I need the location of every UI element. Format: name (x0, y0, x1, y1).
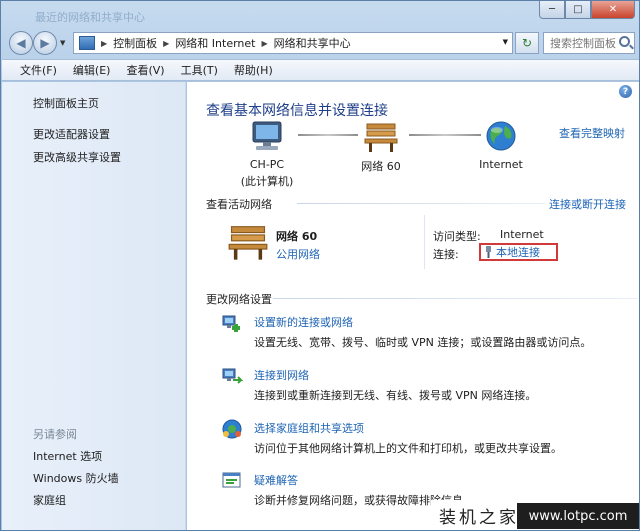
menu-edit[interactable]: 编辑(E) (73, 62, 111, 78)
network-type-link[interactable]: 公用网络 (276, 246, 320, 262)
sidebar-item-windows-firewall[interactable]: Windows 防火墙 (33, 470, 119, 486)
sidebar-item-homegroup[interactable]: 家庭组 (33, 492, 66, 508)
new-connection-icon (222, 315, 240, 332)
node-computer-sub: (此计算机) (240, 175, 294, 188)
map-node-network[interactable]: 网络 60 (345, 120, 417, 174)
change-settings-label: 更改网络设置 (206, 293, 272, 306)
chevron-right-icon[interactable]: ▶ (262, 39, 268, 48)
menu-tools[interactable]: 工具(T) (181, 62, 218, 78)
local-connection-link[interactable]: 本地连接 (479, 243, 558, 261)
sidebar-item-change-adapter-settings[interactable]: 更改适配器设置 (33, 126, 110, 142)
computer-icon (252, 121, 282, 150)
search-box[interactable] (543, 32, 635, 54)
node-network-name: 网络 60 (361, 160, 401, 173)
active-network-name: 网络 60 (276, 230, 318, 243)
map-node-internet[interactable]: Internet (463, 120, 539, 171)
arrow-left-icon: ◀ (16, 36, 26, 50)
close-button[interactable]: ✕ (591, 1, 635, 19)
access-type-value: Internet (500, 228, 544, 241)
bench-icon (364, 123, 398, 152)
search-input[interactable] (550, 36, 622, 50)
task-title[interactable]: 选择家庭组和共享选项 (254, 420, 364, 436)
see-also-heading: 另请参阅 (33, 428, 77, 441)
main-content: ? 查看基本网络信息并设置连接 查看完整映射 CH-PC (此计算机) 网络 6… (187, 82, 639, 530)
local-connection-label[interactable]: 本地连接 (496, 244, 540, 260)
globe-icon (486, 121, 516, 151)
sidebar-item-change-advanced-sharing[interactable]: 更改高级共享设置 (33, 149, 121, 165)
window-title: 最近的网络和共享中心 (35, 11, 145, 24)
task-description: 设置无线、宽带、拨号、临时或 VPN 连接；或设置路由器或访问点。 (254, 336, 592, 349)
task-title[interactable]: 疑难解答 (254, 472, 298, 488)
breadcrumb-network-internet[interactable]: 网络和 Internet (175, 35, 255, 51)
node-internet-name: Internet (479, 158, 523, 171)
page-title: 查看基本网络信息并设置连接 (206, 103, 388, 119)
troubleshoot-icon (222, 472, 241, 488)
maximize-button[interactable]: □ (565, 1, 591, 19)
control-panel-icon (79, 36, 95, 50)
menu-bar: 文件(F) 编辑(E) 查看(V) 工具(T) 帮助(H) (2, 59, 639, 81)
section-divider (273, 298, 637, 299)
active-networks-label: 查看活动网络 (206, 198, 272, 211)
window-controls: ─ □ ✕ (539, 1, 635, 19)
section-divider (297, 203, 545, 204)
navigation-bar: ◀ ▶ ▼ ▶ 控制面板 ▶ 网络和 Internet ▶ 网络和共享中心 ▼ … (7, 29, 635, 57)
minimize-button[interactable]: ─ (539, 1, 565, 19)
sidebar-item-control-panel-home[interactable]: 控制面板主页 (33, 95, 99, 111)
arrow-right-icon: ▶ (40, 36, 50, 50)
task-title[interactable]: 连接到网络 (254, 367, 309, 383)
vertical-divider (424, 215, 425, 269)
breadcrumb-network-sharing-center[interactable]: 网络和共享中心 (274, 35, 351, 51)
recent-pages-dropdown[interactable]: ▼ (60, 39, 65, 47)
chevron-right-icon[interactable]: ▶ (101, 39, 107, 48)
connect-or-disconnect-link[interactable]: 连接或断开连接 (549, 196, 626, 212)
explorer-window: 最近的网络和共享中心 ─ □ ✕ ◀ ▶ ▼ ▶ 控制面板 ▶ 网络和 Inte… (0, 0, 640, 531)
address-dropdown-icon[interactable]: ▼ (503, 38, 508, 46)
refresh-icon: ↻ (521, 36, 533, 50)
access-type-label: 访问类型: (433, 230, 481, 243)
connection-label: 连接: (433, 248, 459, 261)
see-full-map-link[interactable]: 查看完整映射 (559, 125, 625, 141)
sidebar: 控制面板主页 更改适配器设置 更改高级共享设置 另请参阅 Internet 选项… (2, 82, 186, 530)
task-description: 访问位于其他网络计算机上的文件和打印机，或更改共享设置。 (254, 442, 562, 455)
address-bar[interactable]: ▶ 控制面板 ▶ 网络和 Internet ▶ 网络和共享中心 ▼ (73, 32, 513, 54)
sidebar-item-internet-options[interactable]: Internet 选项 (33, 448, 102, 464)
homegroup-icon (222, 419, 242, 439)
breadcrumb-control-panel[interactable]: 控制面板 (113, 35, 157, 51)
forward-button[interactable]: ▶ (33, 31, 57, 55)
connect-network-icon (222, 368, 243, 384)
node-computer-name: CH-PC (249, 158, 285, 171)
watermark-text: 装机之家 (439, 507, 519, 528)
back-button[interactable]: ◀ (9, 31, 33, 55)
menu-file[interactable]: 文件(F) (20, 62, 57, 78)
watermark-url: www.lotpc.com (517, 503, 639, 529)
network-adapter-icon (486, 246, 491, 258)
chevron-right-icon[interactable]: ▶ (163, 39, 169, 48)
search-icon[interactable] (619, 36, 630, 47)
refresh-button[interactable]: ↻ (515, 32, 539, 54)
menu-view[interactable]: 查看(V) (126, 62, 164, 78)
menu-help[interactable]: 帮助(H) (234, 62, 273, 78)
map-node-computer: CH-PC (此计算机) (227, 120, 307, 189)
bench-icon (228, 226, 268, 260)
help-icon[interactable]: ? (619, 85, 632, 98)
task-description: 连接到或重新连接到无线、有线、拨号或 VPN 网络连接。 (254, 389, 537, 402)
title-bar: 最近的网络和共享中心 ─ □ ✕ (1, 1, 639, 27)
task-title[interactable]: 设置新的连接或网络 (254, 314, 353, 330)
watermark: 装机之家 www.lotpc.com (431, 500, 639, 530)
